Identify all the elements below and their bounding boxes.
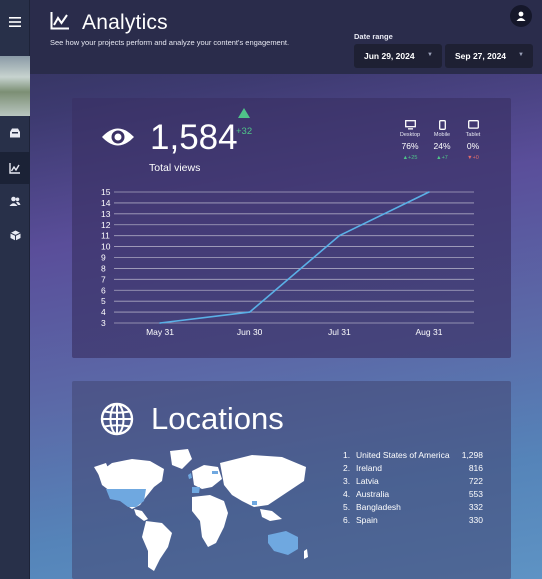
y-tick-label: 15 <box>101 187 111 197</box>
x-tick-label: Aug 31 <box>416 327 443 337</box>
map-africa <box>192 495 228 547</box>
data-point <box>428 191 430 193</box>
chevron-down-icon: ▼ <box>427 52 433 58</box>
globe-icon <box>100 402 134 436</box>
y-tick-label: 3 <box>101 318 106 328</box>
x-tick-label: Jul 31 <box>328 327 351 337</box>
sidebar-item-analytics[interactable] <box>0 152 30 184</box>
sidebar-item-inbox[interactable] <box>0 117 30 149</box>
map-central-america <box>134 509 148 521</box>
y-tick-label: 7 <box>101 274 106 284</box>
y-tick-label: 13 <box>101 209 111 219</box>
end-date-select[interactable]: Sep 27, 2024 ▼ <box>445 44 533 68</box>
map-new-zealand <box>304 549 308 559</box>
data-point <box>338 234 341 237</box>
y-tick-label: 8 <box>101 263 106 273</box>
map-spain <box>192 487 200 493</box>
y-tick-label: 6 <box>101 285 106 295</box>
menu-button[interactable] <box>0 6 30 38</box>
y-tick-label: 9 <box>101 253 106 263</box>
avatar[interactable] <box>0 56 30 116</box>
y-tick-label: 5 <box>101 296 106 306</box>
list-item: 3. Latvia 722 <box>343 476 483 486</box>
map-asia <box>220 455 306 507</box>
sidebar-item-users[interactable] <box>0 185 30 217</box>
x-tick-label: May 31 <box>146 327 174 337</box>
world-map <box>94 449 308 571</box>
start-date-value: Jun 29, 2024 <box>364 51 415 61</box>
sidebar-item-products[interactable] <box>0 219 30 251</box>
start-date-select[interactable]: Jun 29, 2024 ▼ <box>354 44 442 68</box>
chevron-down-icon: ▼ <box>518 52 524 58</box>
map-southeast-asia <box>260 509 282 521</box>
list-item: 2. Ireland 816 <box>343 463 483 473</box>
views-card: 1,584 +32 Total views Desktop 76% ▲+25 M… <box>72 98 511 358</box>
map-greenland <box>170 449 192 469</box>
x-tick-label: Jun 30 <box>237 327 263 337</box>
y-tick-label: 12 <box>101 220 111 230</box>
y-tick-label: 11 <box>101 231 110 241</box>
analytics-icon <box>9 162 20 174</box>
map-ireland <box>188 473 192 479</box>
page-title: Analytics <box>82 11 168 34</box>
end-date-value: Sep 27, 2024 <box>455 51 507 61</box>
map-bangladesh <box>252 501 257 505</box>
analytics-title-icon <box>50 12 69 30</box>
list-item: 4. Australia 553 <box>343 489 483 499</box>
locations-list: 1. United States of America 1,298 2. Ire… <box>343 450 483 528</box>
list-item: 5. Bangladesh 332 <box>343 502 483 512</box>
map-australia <box>268 531 298 555</box>
account-button[interactable] <box>510 5 532 27</box>
date-range-label: Date range <box>354 32 393 41</box>
map-south-america <box>142 521 172 571</box>
y-tick-label: 4 <box>101 307 106 317</box>
users-icon <box>9 196 21 206</box>
y-tick-label: 10 <box>101 242 111 252</box>
sidebar <box>0 0 30 579</box>
page-header: Analytics See how your projects perform … <box>30 0 542 74</box>
locations-card: Locations 1. United States of America 1,… <box>72 381 511 579</box>
y-tick-label: 14 <box>101 198 111 208</box>
menu-icon <box>9 17 21 27</box>
page-subtitle: See how your projects perform and analyz… <box>50 38 290 47</box>
list-item: 6. Spain 330 <box>343 515 483 525</box>
data-point <box>248 311 251 313</box>
user-icon <box>516 11 526 21</box>
map-europe <box>192 465 222 489</box>
map-latvia <box>212 471 218 474</box>
views-line-chart: 3456789101112131415 May 31 Jun 30 Jul 31 Aug… <box>101 187 474 337</box>
locations-title: Locations <box>151 401 284 436</box>
inbox-icon <box>10 128 20 138</box>
list-item: 1. United States of America 1,298 <box>343 450 483 460</box>
box-icon <box>9 230 21 240</box>
data-point <box>159 322 161 324</box>
